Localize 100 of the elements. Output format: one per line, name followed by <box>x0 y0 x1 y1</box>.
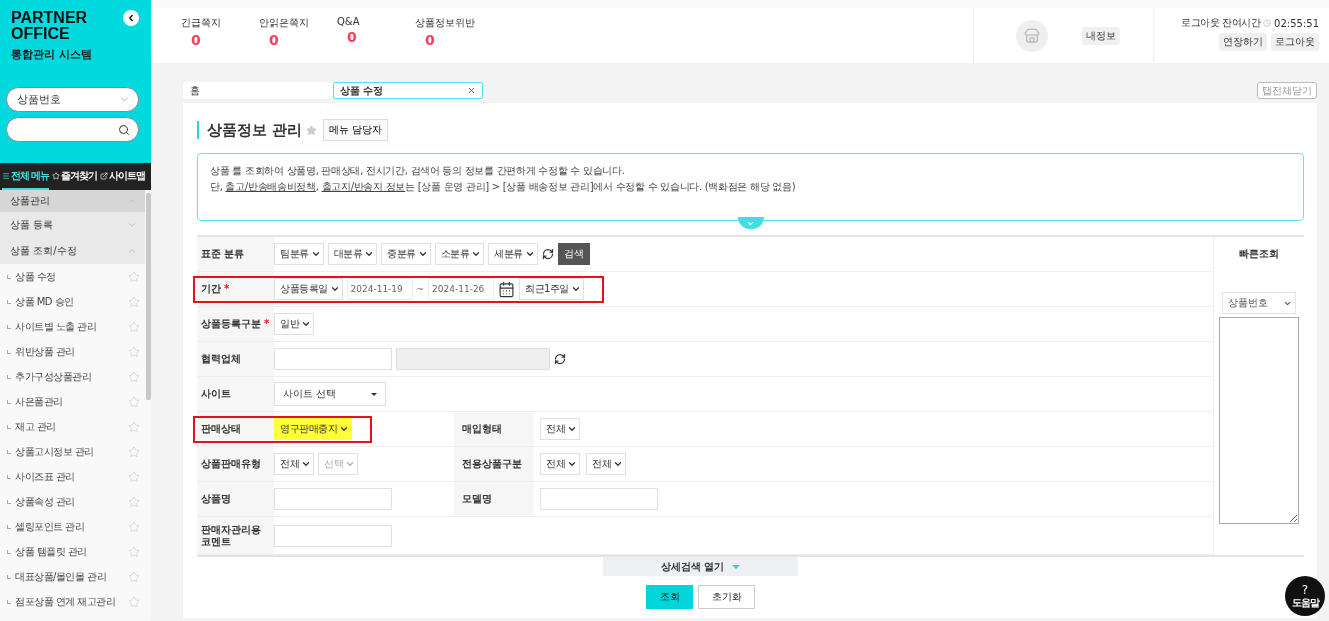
stat-label: 상품정보위반 <box>415 16 475 30</box>
chevron-down-icon <box>471 249 481 259</box>
star-icon[interactable] <box>128 595 140 608</box>
menu-item[interactable]: 사은품관리 <box>7 394 63 409</box>
page-tab[interactable]: 상품 수정 <box>333 82 483 99</box>
dropdown[interactable]: 세분류 <box>488 243 538 265</box>
field-label: 상품등록구분 <box>200 318 261 330</box>
dropdown[interactable]: 최근1주일 <box>519 278 584 300</box>
star-icon[interactable] <box>128 495 140 508</box>
dropdown[interactable]: 전체 <box>540 453 580 475</box>
expand-toggle[interactable] <box>737 217 764 229</box>
session-button[interactable]: 로그아웃 <box>1271 33 1319 51</box>
search-type-dropdown[interactable]: 상품번호 <box>6 87 139 112</box>
sidebar-tab[interactable]: 사이트맵 <box>100 163 146 190</box>
dropdown[interactable]: 전체 <box>586 453 626 475</box>
range-separator: ~ <box>416 284 425 294</box>
dropdown[interactable]: 일반 <box>274 313 314 335</box>
search-field[interactable] <box>6 117 139 142</box>
search-button[interactable]: 검색 <box>557 243 590 265</box>
menu-item[interactable]: 상품속성 관리 <box>7 494 75 509</box>
refresh-icon[interactable] <box>554 353 566 365</box>
menu-item[interactable]: 추가구성상품관리 <box>7 369 91 384</box>
close-icon[interactable] <box>467 86 476 95</box>
date-field[interactable]: 2024-11-19 <box>346 278 413 300</box>
calendar-icon[interactable] <box>498 280 516 298</box>
page-title: 상품정보 관리 <box>197 121 303 139</box>
indent-icon <box>7 424 11 429</box>
star-icon[interactable] <box>128 545 140 558</box>
menu-item[interactable]: 사이즈표 관리 <box>7 469 75 484</box>
indent-icon <box>7 374 11 379</box>
page-tab[interactable]: 홈 <box>183 82 333 99</box>
dropdown[interactable]: 상품번호 <box>1222 292 1296 314</box>
menu-manager-button[interactable]: 메뉴 담당자 <box>323 119 389 141</box>
menu-item[interactable]: 점포상품 연계 재고관리 <box>7 594 116 609</box>
dropdown[interactable]: 사이트 선택 <box>274 382 386 406</box>
star-icon[interactable] <box>128 345 140 358</box>
menu-group[interactable]: 상품관리 <box>0 190 145 212</box>
menu-subgroup[interactable]: 상품 등록 <box>0 212 145 238</box>
menu-item[interactable]: 상품고시정보 관리 <box>7 444 94 459</box>
menu-item[interactable]: 상품 템플릿 관리 <box>7 544 87 559</box>
menu-subgroup[interactable]: 상품 조회/수정 <box>0 238 145 264</box>
input-field[interactable] <box>540 488 658 510</box>
chevron-down-icon <box>613 459 623 469</box>
menu-item[interactable]: 대표상품/몰인몰 관리 <box>7 569 107 584</box>
star-icon[interactable] <box>128 520 140 533</box>
dropdown[interactable]: 중분류 <box>381 243 431 265</box>
input-field[interactable] <box>274 348 392 370</box>
menu-item[interactable]: 재고 관리 <box>7 419 56 434</box>
detail-search-toggle[interactable]: 상세검색 열기 <box>603 557 798 576</box>
dropdown[interactable]: 소분류 <box>434 243 484 265</box>
help-button[interactable]: ? 도움말 <box>1285 576 1325 616</box>
info-link[interactable]: 출고/반송배송비정책 <box>225 181 316 192</box>
menu-item[interactable]: 상품 수정 <box>7 269 56 284</box>
logo-subtitle: 통합관리 시스템 <box>11 47 93 62</box>
date-field[interactable]: 2024-11-26 <box>428 278 495 300</box>
dropdown[interactable]: 팀분류 <box>274 243 324 265</box>
chevron-down-icon <box>567 424 577 434</box>
field-label: 상품판매유형 <box>200 458 261 470</box>
field-label: 표준 분류 <box>200 248 245 260</box>
star-icon[interactable] <box>128 370 140 383</box>
dropdown[interactable]: 대분류 <box>327 243 377 265</box>
menu-item[interactable]: 사이트별 노출 관리 <box>7 319 97 334</box>
dropdown[interactable]: 전체 <box>540 418 580 440</box>
chevron-left-icon <box>126 13 136 23</box>
indent-icon <box>7 449 11 454</box>
chevron-down-icon <box>567 459 577 469</box>
reset-button[interactable]: 초기화 <box>698 585 755 609</box>
session-label: 로그아웃 잔여시간 <box>1181 16 1261 30</box>
menu-item[interactable]: 위반상품 관리 <box>7 344 75 359</box>
menu-item[interactable]: 상품 MD 승인 <box>7 294 74 309</box>
field-label: 사이트 <box>200 388 231 400</box>
info-text: 상품 를 조회하여 상품명, 판매상태, 전시기간, 검색어 등의 정보를 간편하게 수정할 수 있습니다. <box>210 164 626 177</box>
star-icon[interactable] <box>128 445 140 458</box>
star-icon <box>52 171 61 180</box>
chevron-down-icon <box>524 249 535 259</box>
dropdown[interactable]: 전체 <box>274 453 314 475</box>
text-area[interactable] <box>1219 317 1299 524</box>
dropdown[interactable]: 영구판매중지 <box>274 418 352 440</box>
dropdown[interactable]: 상품등록일 <box>274 278 343 300</box>
refresh-icon[interactable] <box>541 248 554 260</box>
star-icon[interactable] <box>306 124 318 136</box>
collapse-button[interactable] <box>123 10 139 26</box>
star-icon[interactable] <box>128 420 140 433</box>
my-info-button[interactable]: 내정보 <box>1082 26 1120 45</box>
star-icon[interactable] <box>128 270 140 283</box>
input-field[interactable] <box>274 524 392 547</box>
quick-search-title: 빠른조회 <box>1239 247 1279 261</box>
menu-item[interactable]: 셀링포인트 관리 <box>7 519 85 534</box>
search-button[interactable]: 조회 <box>646 585 693 609</box>
star-icon[interactable] <box>128 470 140 483</box>
sidebar-tab[interactable]: 즐겨찾기 <box>52 163 98 190</box>
star-icon[interactable] <box>128 395 140 408</box>
star-icon[interactable] <box>128 320 140 333</box>
input-field[interactable] <box>274 488 392 510</box>
chevron-down-icon <box>301 459 311 469</box>
info-link[interactable]: 출고지/반송지 정보 <box>321 181 406 192</box>
star-icon[interactable] <box>128 570 140 583</box>
required-mark: * <box>224 283 230 294</box>
session-button[interactable]: 연장하기 <box>1219 33 1267 51</box>
star-icon[interactable] <box>128 295 140 308</box>
